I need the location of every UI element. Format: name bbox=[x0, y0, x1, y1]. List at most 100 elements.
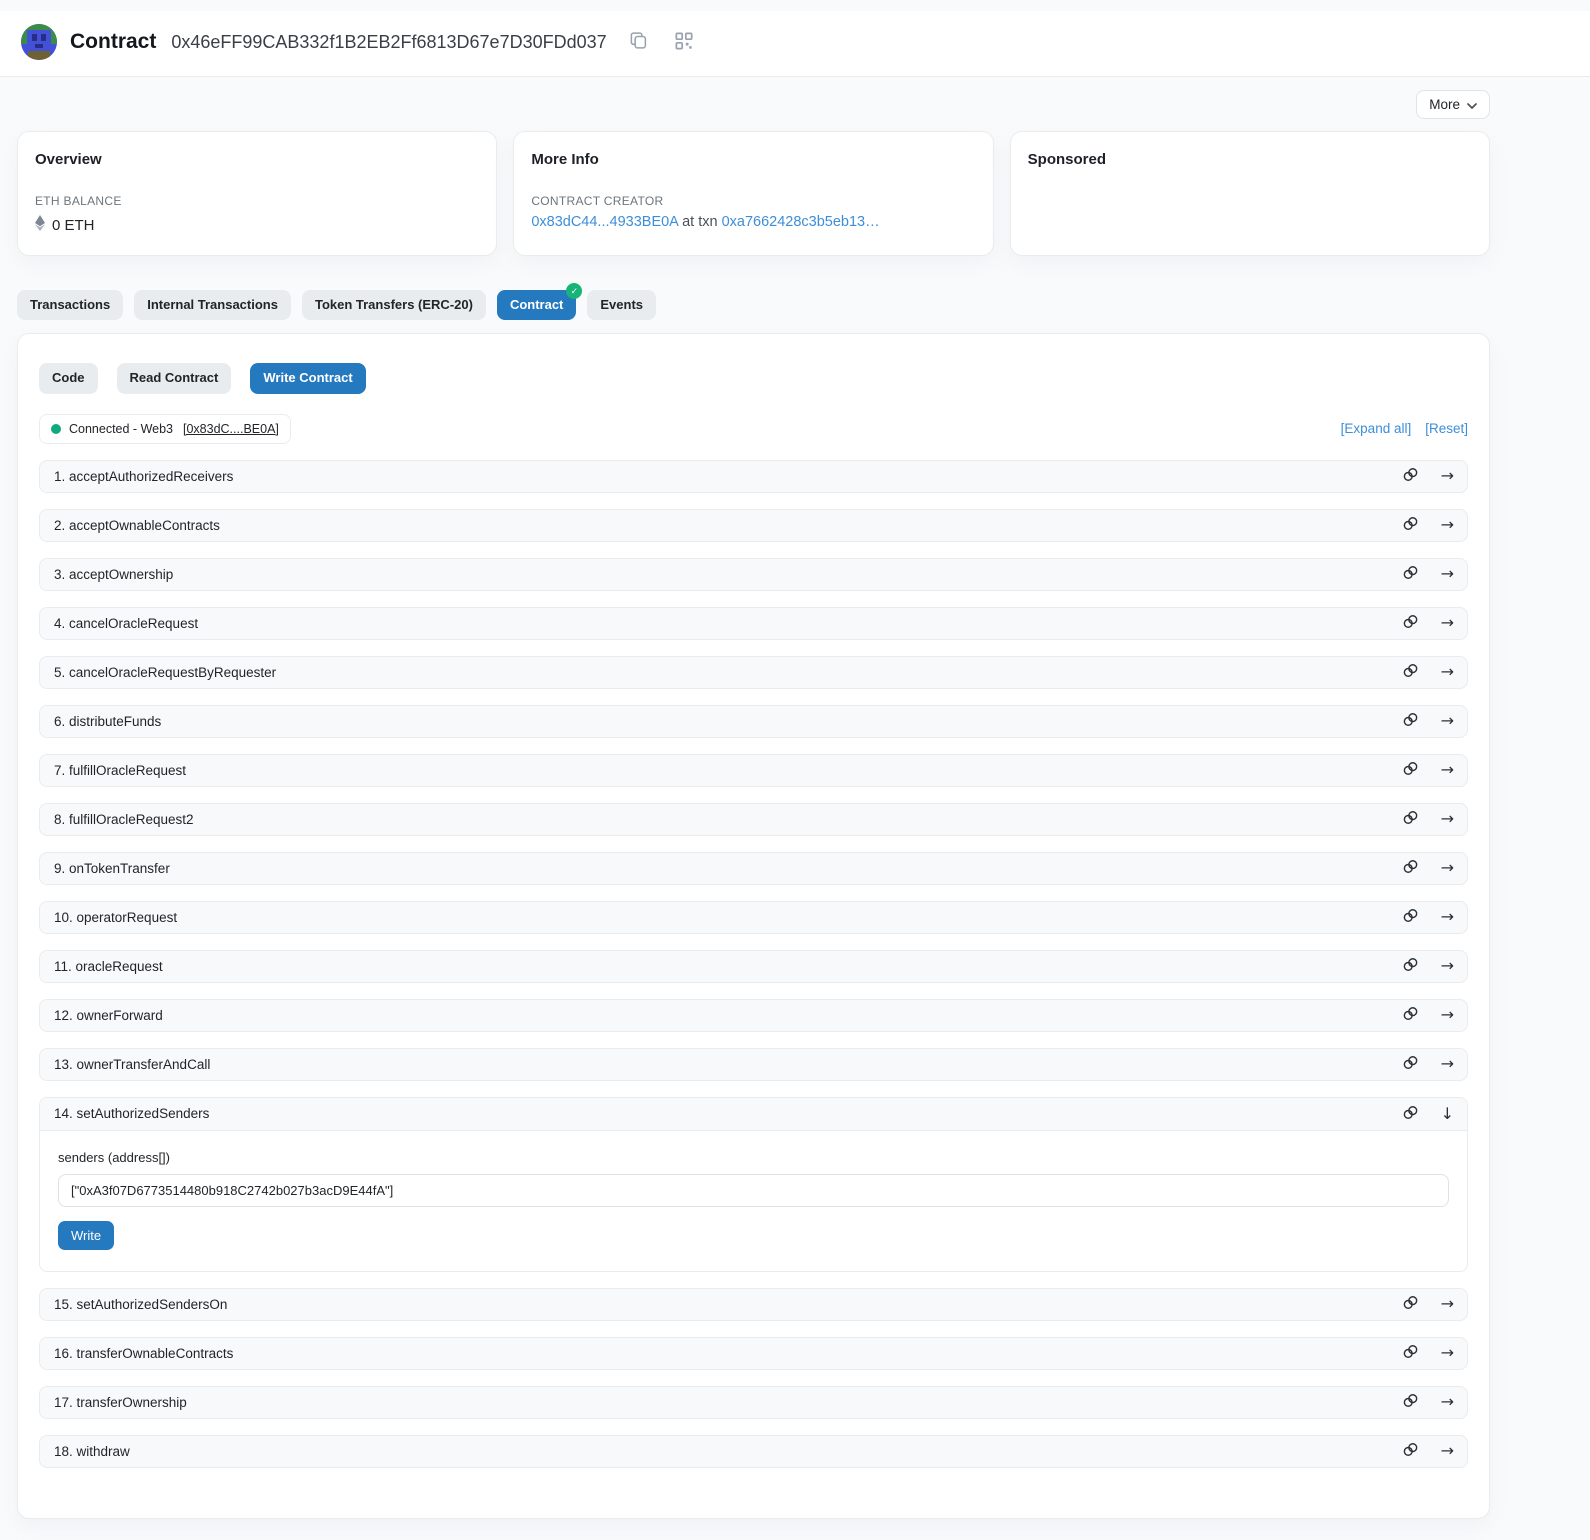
function-row[interactable]: 15. setAuthorizedSendersOn → bbox=[39, 1288, 1468, 1321]
permalink-icon[interactable] bbox=[1402, 1104, 1419, 1124]
permalink-icon[interactable] bbox=[1402, 711, 1419, 731]
arrow-down-icon[interactable]: ↓ bbox=[1441, 1106, 1454, 1122]
function-name: 4. cancelOracleRequest bbox=[54, 616, 198, 631]
permalink-icon[interactable] bbox=[1402, 760, 1419, 780]
reset-link[interactable]: [Reset] bbox=[1425, 421, 1468, 436]
function-row[interactable]: 5. cancelOracleRequestByRequester → bbox=[39, 656, 1468, 689]
copy-address-button[interactable] bbox=[627, 29, 650, 55]
arrow-right-icon[interactable]: → bbox=[1441, 1007, 1454, 1023]
function-row[interactable]: 6. distributeFunds → bbox=[39, 705, 1468, 738]
permalink-icon[interactable] bbox=[1402, 466, 1419, 486]
arrow-right-icon[interactable]: → bbox=[1441, 1345, 1454, 1361]
permalink-icon[interactable] bbox=[1402, 907, 1419, 927]
tab-write-contract[interactable]: Write Contract bbox=[250, 363, 365, 393]
tab-contract[interactable]: Contract ✓ bbox=[497, 290, 576, 320]
function-name: 6. distributeFunds bbox=[54, 714, 161, 729]
page: Contract 0x46eFF99CAB332f1B2EB2Ff6813D67… bbox=[0, 11, 1590, 1519]
param-input[interactable] bbox=[58, 1174, 1449, 1207]
arrow-right-icon[interactable]: → bbox=[1441, 909, 1454, 925]
arrow-right-icon[interactable]: → bbox=[1441, 811, 1454, 827]
permalink-icon[interactable] bbox=[1402, 1441, 1419, 1461]
permalink-icon[interactable] bbox=[1402, 809, 1419, 829]
permalink-icon[interactable] bbox=[1402, 613, 1419, 633]
function-name: 9. onTokenTransfer bbox=[54, 861, 170, 876]
more-button-label: More bbox=[1429, 97, 1460, 112]
arrow-right-icon[interactable]: → bbox=[1441, 1296, 1454, 1312]
summary-cards: Overview ETH BALANCE 0 ETH More Info CON… bbox=[17, 131, 1490, 256]
write-button[interactable]: Write bbox=[58, 1221, 114, 1250]
arrow-right-icon[interactable]: → bbox=[1441, 566, 1454, 582]
eth-balance-value-row: 0 ETH bbox=[35, 215, 479, 235]
page-tabs: Transactions Internal Transactions Token… bbox=[17, 290, 1490, 320]
eth-balance-label: ETH BALANCE bbox=[35, 194, 479, 208]
overview-card: Overview ETH BALANCE 0 ETH bbox=[17, 131, 497, 256]
arrow-right-icon[interactable]: → bbox=[1441, 1056, 1454, 1072]
function-name: 7. fulfillOracleRequest bbox=[54, 763, 186, 778]
function-row[interactable]: 10. operatorRequest → bbox=[39, 901, 1468, 934]
function-row[interactable]: 9. onTokenTransfer → bbox=[39, 852, 1468, 885]
arrow-right-icon[interactable]: → bbox=[1441, 958, 1454, 974]
arrow-right-icon[interactable]: → bbox=[1441, 1443, 1454, 1459]
function-row[interactable]: 1. acceptAuthorizedReceivers → bbox=[39, 460, 1468, 493]
function-row[interactable]: 11. oracleRequest → bbox=[39, 950, 1468, 983]
function-name: 2. acceptOwnableContracts bbox=[54, 518, 220, 533]
creation-txn-link[interactable]: 0xa7662428c3b5eb13… bbox=[722, 214, 880, 230]
tab-read-contract[interactable]: Read Contract bbox=[117, 363, 232, 393]
arrow-right-icon[interactable]: → bbox=[1441, 517, 1454, 533]
tab-token-transfers[interactable]: Token Transfers (ERC-20) bbox=[302, 290, 486, 320]
connection-row: Connected - Web3 [0x83dC....BE0A] [Expan… bbox=[39, 414, 1468, 444]
arrow-right-icon[interactable]: → bbox=[1441, 762, 1454, 778]
function-row[interactable]: 14. setAuthorizedSenders ↓ bbox=[40, 1098, 1467, 1131]
function-name: 15. setAuthorizedSendersOn bbox=[54, 1297, 227, 1312]
tab-internal-transactions[interactable]: Internal Transactions bbox=[134, 290, 291, 320]
function-name: 12. ownerForward bbox=[54, 1008, 163, 1023]
function-row[interactable]: 4. cancelOracleRequest → bbox=[39, 607, 1468, 640]
function-row[interactable]: 3. acceptOwnership → bbox=[39, 558, 1468, 591]
tab-code[interactable]: Code bbox=[39, 363, 98, 393]
permalink-icon[interactable] bbox=[1402, 1343, 1419, 1363]
contract-creator-row: 0x83dC44...4933BE0A at txn 0xa7662428c3b… bbox=[531, 214, 975, 230]
function-name: 3. acceptOwnership bbox=[54, 567, 173, 582]
function-row[interactable]: 16. transferOwnableContracts → bbox=[39, 1337, 1468, 1370]
more-button[interactable]: More bbox=[1416, 90, 1490, 119]
qr-code-button[interactable] bbox=[673, 30, 695, 55]
function-row[interactable]: 17. transferOwnership → bbox=[39, 1386, 1468, 1419]
page-header: Contract 0x46eFF99CAB332f1B2EB2Ff6813D67… bbox=[0, 11, 1590, 77]
sponsored-card-title: Sponsored bbox=[1028, 151, 1472, 168]
chevron-down-icon bbox=[1467, 97, 1477, 112]
permalink-icon[interactable] bbox=[1402, 1054, 1419, 1074]
list-actions: [Expand all] [Reset] bbox=[1341, 421, 1468, 436]
function-name: 14. setAuthorizedSenders bbox=[54, 1106, 209, 1121]
connected-wallet-link[interactable]: [0x83dC....BE0A] bbox=[183, 422, 279, 436]
creator-address-link[interactable]: 0x83dC44...4933BE0A bbox=[531, 214, 678, 230]
arrow-right-icon[interactable]: → bbox=[1441, 1394, 1454, 1410]
arrow-right-icon[interactable]: → bbox=[1441, 713, 1454, 729]
function-row[interactable]: 13. ownerTransferAndCall → bbox=[39, 1048, 1468, 1081]
verified-check-icon: ✓ bbox=[566, 283, 582, 299]
function-row-expanded: 14. setAuthorizedSenders ↓ senders (addr… bbox=[39, 1097, 1468, 1272]
tab-transactions[interactable]: Transactions bbox=[17, 290, 123, 320]
contract-creator-label: CONTRACT CREATOR bbox=[531, 194, 975, 208]
more-info-card-title: More Info bbox=[531, 151, 975, 168]
permalink-icon[interactable] bbox=[1402, 956, 1419, 976]
permalink-icon[interactable] bbox=[1402, 564, 1419, 584]
function-row[interactable]: 7. fulfillOracleRequest → bbox=[39, 754, 1468, 787]
function-row[interactable]: 2. acceptOwnableContracts → bbox=[39, 509, 1468, 542]
permalink-icon[interactable] bbox=[1402, 1005, 1419, 1025]
tab-events[interactable]: Events bbox=[587, 290, 656, 320]
arrow-right-icon[interactable]: → bbox=[1441, 860, 1454, 876]
permalink-icon[interactable] bbox=[1402, 1294, 1419, 1314]
permalink-icon[interactable] bbox=[1402, 858, 1419, 878]
function-name: 1. acceptAuthorizedReceivers bbox=[54, 469, 233, 484]
function-row[interactable]: 8. fulfillOracleRequest2 → bbox=[39, 803, 1468, 836]
arrow-right-icon[interactable]: → bbox=[1441, 468, 1454, 484]
permalink-icon[interactable] bbox=[1402, 1392, 1419, 1412]
expand-all-link[interactable]: [Expand all] bbox=[1341, 421, 1412, 436]
function-row[interactable]: 12. ownerForward → bbox=[39, 999, 1468, 1032]
arrow-right-icon[interactable]: → bbox=[1441, 664, 1454, 680]
permalink-icon[interactable] bbox=[1402, 662, 1419, 682]
contract-address: 0x46eFF99CAB332f1B2EB2Ff6813D67e7D30FDd0… bbox=[171, 32, 606, 53]
permalink-icon[interactable] bbox=[1402, 515, 1419, 535]
arrow-right-icon[interactable]: → bbox=[1441, 615, 1454, 631]
function-row[interactable]: 18. withdraw → bbox=[39, 1435, 1468, 1468]
